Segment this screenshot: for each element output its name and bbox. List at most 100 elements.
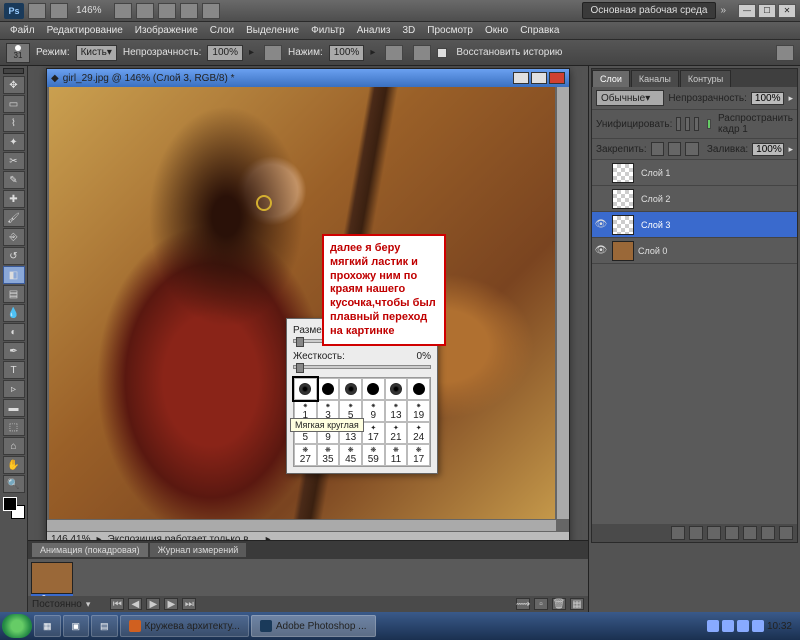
menu-image[interactable]: Изображение <box>129 25 204 36</box>
layer-row[interactable]: Слой 1 <box>592 160 797 186</box>
brush-preset-item[interactable] <box>362 378 385 400</box>
document-titlebar[interactable]: ◆ girl_29.jpg @ 146% (Слой 3, RGB/8) * <box>47 69 569 87</box>
history-brush-tool[interactable]: ↺ <box>3 247 25 265</box>
quicklaunch-icon[interactable]: ▤ <box>91 615 118 637</box>
layer-row[interactable]: 👁 Слой 3 <box>592 212 797 238</box>
new-layer-icon[interactable] <box>761 526 775 540</box>
stamp-tool[interactable]: ⎆ <box>3 228 25 246</box>
play-button[interactable]: ▶ <box>146 598 160 610</box>
fill-input[interactable]: 100% <box>752 143 784 156</box>
arrange-icon[interactable] <box>180 3 198 19</box>
brush-preset-item[interactable] <box>385 378 408 400</box>
menu-analysis[interactable]: Анализ <box>351 25 397 36</box>
opacity-input[interactable]: 100% <box>207 45 243 61</box>
toolbox-grip[interactable] <box>3 68 24 74</box>
move-tool[interactable]: ✥ <box>3 76 25 94</box>
view-icon[interactable] <box>50 3 68 19</box>
adjustment-layer-icon[interactable] <box>725 526 739 540</box>
prev-frame-button[interactable]: ◀ <box>128 598 142 610</box>
layer-group-icon[interactable] <box>743 526 757 540</box>
menu-file[interactable]: Файл <box>4 25 41 36</box>
bridge-icon[interactable] <box>28 3 46 19</box>
shape-tool[interactable]: ▬ <box>3 399 25 417</box>
tablet-opacity-icon[interactable] <box>264 45 282 61</box>
tab-measurement[interactable]: Журнал измерений <box>150 543 247 557</box>
gradient-tool[interactable]: ▤ <box>3 285 25 303</box>
close-button[interactable]: ✕ <box>778 4 796 18</box>
tray-icon[interactable] <box>752 620 764 632</box>
new-frame-button[interactable]: ▫ <box>534 598 548 610</box>
eyedropper-tool[interactable]: ✎ <box>3 171 25 189</box>
pen-tool[interactable]: ✒ <box>3 342 25 360</box>
tween-button[interactable]: ⟿ <box>516 598 530 610</box>
3d-camera-tool[interactable]: ⌂ <box>3 437 25 455</box>
layer-name[interactable]: Слой 0 <box>638 246 667 256</box>
brush-preset-item[interactable]: ⁕13 <box>385 400 408 422</box>
3d-tool[interactable]: ⬚ <box>3 418 25 436</box>
maximize-button[interactable]: ☐ <box>758 4 776 18</box>
tab-paths[interactable]: Контуры <box>680 70 731 87</box>
vertical-scrollbar[interactable] <box>556 87 569 519</box>
menu-view[interactable]: Просмотр <box>421 25 479 36</box>
path-tool[interactable]: ▹ <box>3 380 25 398</box>
visibility-toggle[interactable] <box>594 166 608 180</box>
type-tool[interactable]: T <box>3 361 25 379</box>
brush-preset-item[interactable]: ❋59 <box>362 444 385 466</box>
layer-row[interactable]: Слой 2 <box>592 186 797 212</box>
doc-minimize-button[interactable] <box>513 72 529 84</box>
airbrush-icon[interactable] <box>385 45 403 61</box>
wand-tool[interactable]: ✦ <box>3 133 25 151</box>
quicklaunch-icon[interactable]: ▣ <box>63 615 90 637</box>
last-frame-button[interactable]: ⏭ <box>182 598 196 610</box>
menu-3d[interactable]: 3D <box>396 25 421 36</box>
blend-mode-select[interactable]: Обычные ▾ <box>596 90 664 106</box>
hand-tool[interactable]: ✋ <box>3 456 25 474</box>
heal-tool[interactable]: ✚ <box>3 190 25 208</box>
unify-position-icon[interactable] <box>676 117 681 131</box>
hand-icon[interactable] <box>114 3 132 19</box>
blur-tool[interactable]: 💧 <box>3 304 25 322</box>
brush-preset-item[interactable]: ✦17 <box>362 422 385 444</box>
menu-select[interactable]: Выделение <box>240 25 305 36</box>
lock-all-icon[interactable] <box>685 142 698 156</box>
flow-input[interactable]: 100% <box>329 45 365 61</box>
brush-preset-item[interactable]: ✦24 <box>407 422 430 444</box>
dodge-tool[interactable]: ◐ <box>3 323 25 341</box>
brush-preset-item[interactable]: ❋11 <box>385 444 408 466</box>
minimize-button[interactable]: — <box>738 4 756 18</box>
hardness-slider[interactable] <box>293 365 431 369</box>
horizontal-scrollbar[interactable] <box>47 519 556 531</box>
zoom-tool[interactable]: 🔍 <box>3 475 25 493</box>
zoom-icon[interactable] <box>136 3 154 19</box>
tab-animation[interactable]: Анимация (покадровая) <box>32 543 148 557</box>
link-layers-icon[interactable] <box>671 526 685 540</box>
brush-panel-icon[interactable] <box>776 45 794 61</box>
animation-frame[interactable]: 0 сек. <box>31 562 73 594</box>
brush-preset-item[interactable]: ⁕9 <box>362 400 385 422</box>
layer-name[interactable]: Слой 2 <box>641 194 670 204</box>
system-tray[interactable]: 10:32 <box>701 620 798 632</box>
first-frame-button[interactable]: ⏮ <box>110 598 124 610</box>
menu-filter[interactable]: Фильтр <box>305 25 351 36</box>
crop-tool[interactable]: ✂ <box>3 152 25 170</box>
loop-select[interactable]: Постоянно <box>32 599 82 610</box>
layer-name[interactable]: Слой 3 <box>641 220 670 230</box>
timeline-toggle-button[interactable]: ▦ <box>570 598 584 610</box>
marquee-tool[interactable]: ▭ <box>3 95 25 113</box>
menu-help[interactable]: Справка <box>514 25 565 36</box>
brush-preset-item[interactable] <box>407 378 430 400</box>
clock[interactable]: 10:32 <box>767 621 792 632</box>
brush-preset-item[interactable]: ✦21 <box>385 422 408 444</box>
screen-icon[interactable] <box>202 3 220 19</box>
tab-layers[interactable]: Слои <box>592 70 630 87</box>
lock-pixels-icon[interactable] <box>651 142 664 156</box>
brush-preset-item[interactable]: ❋27 <box>294 444 317 466</box>
tray-icon[interactable] <box>722 620 734 632</box>
brush-preset-item[interactable] <box>317 378 340 400</box>
workspace-switcher[interactable]: Основная рабочая среда <box>582 2 717 19</box>
brush-preset-item[interactable]: ❋45 <box>339 444 362 466</box>
delete-frame-button[interactable]: 🗑 <box>552 598 566 610</box>
color-swatches[interactable] <box>3 497 25 519</box>
brush-tool[interactable]: 🖌 <box>3 209 25 227</box>
mode-select[interactable]: Кисть ▾ <box>76 45 117 61</box>
